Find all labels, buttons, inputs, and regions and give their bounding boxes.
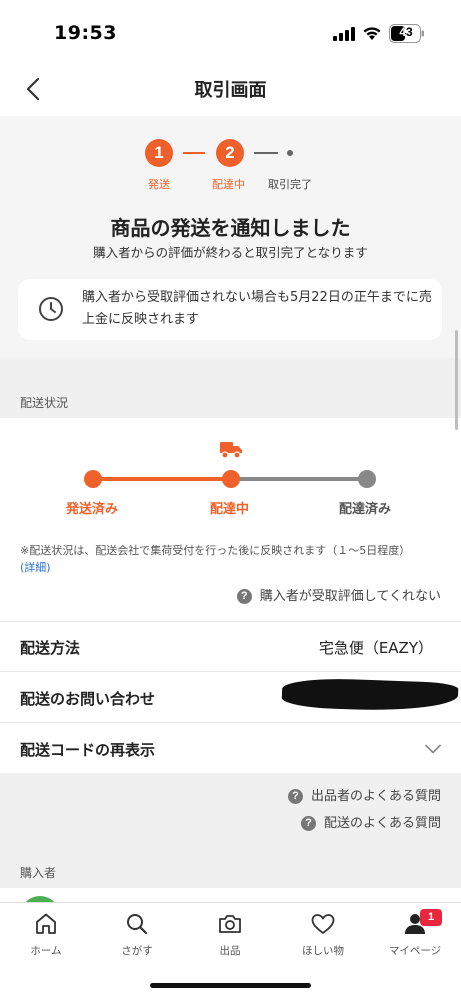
buyer-section-heading: 購入者: [20, 866, 57, 880]
shipping-method-label: 配送方法: [20, 639, 81, 657]
detail-link[interactable]: (詳細): [20, 561, 51, 574]
buyer-no-review-help[interactable]: ? 購入者が受取評価してくれない: [236, 585, 441, 604]
camera-icon: [219, 915, 241, 933]
stage-shipped-label: 発送済み: [66, 502, 119, 517]
payout-notice-card: 購入者から受取評価されない場合も5月22日の正午までに売上金に反映されます: [18, 279, 442, 340]
delivery-note-text: ※配送状況は、配送会社で集荷受付を行った後に反映されます（１〜5日程度）: [20, 544, 411, 557]
shipping-faq-text: 配送のよくある質問: [323, 816, 441, 831]
transaction-status-panel: 1 2 発送 配達中 取引完了 商品の発送を通知しました 購入者からの評価が終わ…: [0, 116, 461, 358]
cellular-signal-icon: [333, 27, 355, 41]
step-2-label: 配達中: [212, 178, 245, 191]
buyer-row[interactable]: [0, 888, 461, 902]
step-3-dot: [287, 150, 293, 156]
step-connector: [183, 152, 205, 154]
home-indicator: [150, 983, 311, 988]
status-subline: 購入者からの評価が終わると取引完了となります: [93, 245, 368, 260]
shipping-method-value: 宅急便（EAZY）: [318, 639, 433, 657]
scrollbar: [455, 330, 458, 430]
stage-shipped-dot: [84, 470, 102, 488]
tab-home[interactable]: ホーム: [6, 911, 86, 967]
transaction-content[interactable]: 1 2 発送 配達中 取引完了 商品の発送を通知しました 購入者からの評価が終わ…: [0, 116, 461, 902]
search-icon: [127, 914, 148, 935]
buyer-no-review-help-text: 購入者が受取評価してくれない: [259, 589, 441, 604]
clock-icon: [39, 297, 63, 321]
tab-sell[interactable]: 出品: [190, 911, 270, 967]
wifi-icon: [363, 27, 381, 40]
tab-search[interactable]: さがす: [97, 911, 177, 967]
tab-wishlist[interactable]: ほしい物: [283, 911, 363, 967]
tab-search-label: さがす: [121, 945, 153, 957]
delivery-status-heading: 配送状況: [20, 396, 69, 410]
step-1-label: 発送: [148, 178, 170, 191]
stage-in-transit-dot: [222, 470, 240, 488]
stage-in-transit-label: 配達中: [210, 502, 250, 517]
payout-notice-text: 購入者から受取評価されない場合も5月22日の正午までに売上金に反映されます: [82, 290, 432, 327]
redacted-tracking-number: [281, 676, 459, 714]
delivery-status-panel: 発送済み 配達中 配達済み ※配送状況は、配送会社で集荷受付を行った後に反映され…: [0, 418, 461, 620]
tab-sell-label: 出品: [219, 945, 241, 957]
battery-level: 43: [399, 25, 413, 39]
notification-badge: 1: [420, 909, 442, 926]
tab-wishlist-label: ほしい物: [302, 945, 344, 957]
delivery-progress-pending: [231, 477, 367, 481]
stage-delivered-label: 配達済み: [339, 502, 392, 517]
question-icon: ?: [300, 816, 316, 831]
question-icon: ?: [236, 589, 252, 604]
tab-mypage-label: マイページ: [388, 945, 442, 957]
step-3-label: 取引完了: [268, 178, 312, 191]
shipping-inquiry-label: 配送のお問い合わせ: [20, 690, 156, 708]
shipping-faq-link[interactable]: ? 配送のよくある質問: [300, 812, 441, 831]
truck-icon: [220, 442, 242, 459]
stage-delivered-dot: [358, 470, 376, 488]
step-2-circle: 2: [216, 139, 244, 167]
seller-faq-text: 出品者のよくある質問: [310, 789, 441, 804]
step-1-circle: 1: [145, 139, 173, 167]
faq-panel: ? 出品者のよくある質問 ? 配送のよくある質問 購入者: [0, 773, 461, 902]
shipping-inquiry-row[interactable]: 配送のお問い合わせ: [0, 671, 461, 722]
chevron-down-icon: [425, 744, 441, 754]
status-headline: 商品の発送を通知しました: [110, 216, 351, 240]
step-connector: [254, 152, 278, 154]
shipping-code-row[interactable]: 配送コードの再表示: [0, 722, 461, 773]
status-bar: 19:53 43: [0, 0, 461, 64]
tab-mypage[interactable]: 1 マイページ: [375, 909, 455, 967]
seller-faq-link[interactable]: ? 出品者のよくある質問: [287, 785, 441, 804]
delivery-status-header: 配送状況: [0, 358, 461, 418]
shipping-code-label: 配送コードの再表示: [20, 741, 156, 759]
tab-home-label: ホーム: [30, 945, 62, 957]
status-time: 19:53: [54, 22, 117, 44]
page-title: 取引画面: [194, 80, 267, 101]
question-icon: ?: [287, 789, 303, 804]
nav-bar: 取引画面: [0, 64, 461, 116]
delivery-status-note: ※配送状況は、配送会社で集荷受付を行った後に反映されます（１〜5日程度） (詳細…: [20, 542, 450, 576]
heart-icon: [311, 914, 335, 934]
shipping-method-row: 配送方法 宅急便（EAZY）: [0, 621, 461, 671]
home-icon: [36, 913, 56, 934]
delivery-progress-done: [93, 477, 231, 481]
